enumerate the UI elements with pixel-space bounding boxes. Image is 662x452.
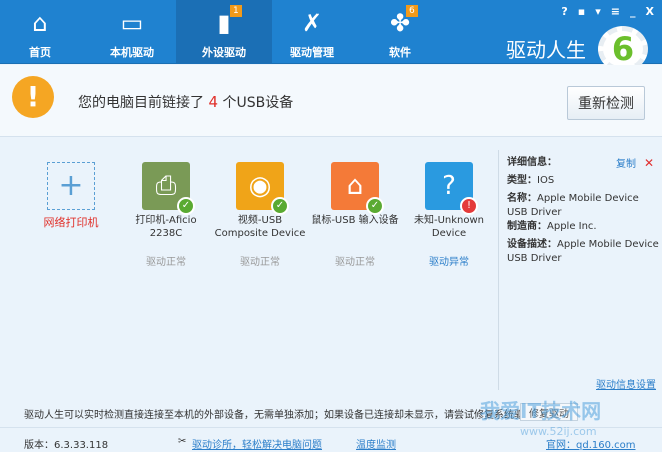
watermark: 我爱IT技术网 xyxy=(480,399,602,423)
top-nav: ⌂ 首页 ▭ 本机驱动 ▮ 1 外设驱动 ✗ 驱动管理 ✤ 6 软件 ? ▪ ▾ ≡ _ X … xyxy=(0,0,662,72)
status: 驱动异常 xyxy=(429,257,469,268)
device-unknown[interactable]: ?! 未知-Unknown Device 驱动异常 xyxy=(401,162,497,268)
status: 驱动正常 xyxy=(146,257,186,268)
printer-icon: ⎙ ✓ xyxy=(142,162,195,215)
copy-link[interactable]: 复制 xyxy=(616,158,636,172)
notice-text: 驱动人生可以实时检测直接连接至本机的外部设备，无需单独添加；如果设备已连接却未显… xyxy=(24,410,544,421)
diagnosis-link[interactable]: 驱动诊所，轻松解决电脑问题 xyxy=(192,436,322,451)
monitor-icon: ▭ xyxy=(120,9,144,37)
status: 驱动正常 xyxy=(335,257,375,268)
tools-icon: ✗ xyxy=(301,9,323,37)
plus-icon: + xyxy=(47,162,95,210)
help-button[interactable]: ? xyxy=(561,5,567,18)
skin-button[interactable]: ▾ xyxy=(595,5,601,18)
tab-peripheral-drivers[interactable]: ▮ 1 外设驱动 xyxy=(176,0,272,64)
wrench-icon: ✂ xyxy=(178,436,187,447)
watermark-url: www.52ij.com xyxy=(520,425,597,438)
brand-name: 驱动人生 xyxy=(506,38,586,62)
close-icon[interactable]: ✕ xyxy=(644,156,654,170)
status: 驱动正常 xyxy=(240,257,280,268)
badge: 6 xyxy=(406,5,418,17)
device-count: 4 xyxy=(208,93,218,111)
question-icon: ?! xyxy=(425,162,478,215)
check-icon: ✓ xyxy=(177,197,195,215)
tab-local-drivers[interactable]: ▭ 本机驱动 xyxy=(84,0,180,64)
badge: 1 xyxy=(230,5,242,17)
check-icon: ✓ xyxy=(366,197,384,215)
tab-software[interactable]: ✤ 6 软件 xyxy=(352,0,448,64)
warning-icon: ! xyxy=(12,76,54,118)
version: 版本：6.3.33.118 xyxy=(24,440,109,451)
check-icon: ✓ xyxy=(271,197,289,215)
close-button[interactable]: X xyxy=(646,5,654,18)
device-webcam[interactable]: ◉ ✓ 视频-USB Composite Device 驱动正常 xyxy=(212,162,308,268)
detail-panel: 详细信息： 复制 ✕ 类型：IOS 名称：Apple Mobile Device… xyxy=(498,150,662,390)
alert-bar: ! 您的电脑目前链接了 4 个USB设备 重新检测 xyxy=(0,65,662,137)
rescan-button[interactable]: 重新检测 xyxy=(567,86,645,120)
add-network-printer[interactable]: + 网络打印机 xyxy=(23,162,119,229)
device-printer[interactable]: ⎙ ✓ 打印机-Aficio 2238C 驱动正常 xyxy=(118,162,214,268)
mouse-icon: ⌂ ✓ xyxy=(331,162,384,215)
device-mouse[interactable]: ⌂ ✓ 鼠标-USB 输入设备 驱动正常 xyxy=(307,162,403,268)
webcam-icon: ◉ ✓ xyxy=(236,162,289,215)
tab-driver-management[interactable]: ✗ 驱动管理 xyxy=(264,0,360,64)
tab-home[interactable]: ⌂ 首页 xyxy=(0,0,80,64)
menu-button[interactable]: ≡ xyxy=(611,5,620,18)
error-icon: ! xyxy=(460,197,478,215)
feedback-button[interactable]: ▪ xyxy=(578,5,585,18)
home-icon: ⌂ xyxy=(32,9,48,37)
temperature-link[interactable]: 温度监测 xyxy=(356,436,396,451)
website-link[interactable]: 官网：qd.160.com xyxy=(546,436,636,451)
alert-text: 您的电脑目前链接了 4 个USB设备 xyxy=(78,93,294,111)
driver-info-settings-link[interactable]: 驱动信息设置 xyxy=(596,376,656,391)
minimize-button[interactable]: _ xyxy=(630,5,636,18)
